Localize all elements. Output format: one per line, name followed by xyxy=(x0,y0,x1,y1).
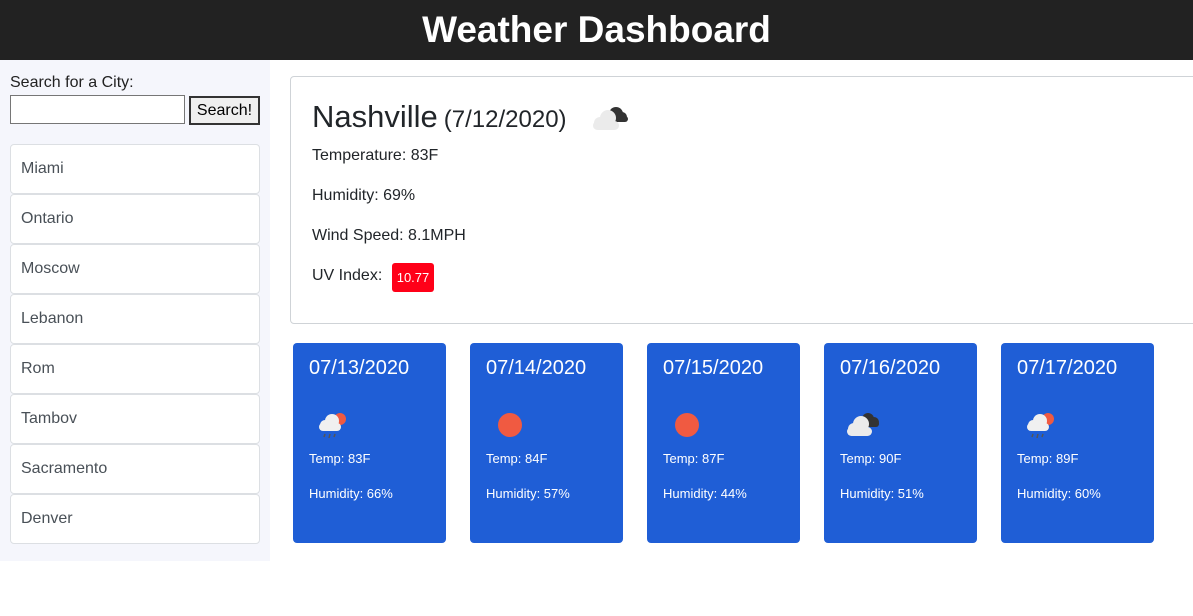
city-item-denver[interactable]: Denver xyxy=(10,494,260,544)
sun-icon xyxy=(667,405,707,450)
forecast-card: 07/13/2020 Temp: 83F Humidity: 66% xyxy=(293,343,446,543)
city-item-miami[interactable]: Miami xyxy=(10,144,260,194)
forecast-temp: Temp: 89F xyxy=(1017,451,1079,466)
rain-icon xyxy=(1021,405,1061,450)
current-weather-card: Nashville (7/12/2020) Temperature: 83F H… xyxy=(290,76,1193,324)
forecast-date: 07/17/2020 xyxy=(1017,357,1118,379)
uv-index-badge: 10.77 xyxy=(392,263,434,292)
cloudy-icon xyxy=(587,101,633,140)
forecast-humidity: Humidity: 57% xyxy=(486,486,570,501)
forecast-temp: Temp: 84F xyxy=(486,451,548,466)
forecast-date: 07/13/2020 xyxy=(309,357,410,379)
forecast-date: 07/16/2020 xyxy=(840,357,941,379)
search-input[interactable] xyxy=(10,95,185,124)
page-title: Weather Dashboard xyxy=(422,9,771,50)
forecast-humidity: Humidity: 51% xyxy=(840,486,924,501)
cloudy-icon xyxy=(844,405,884,450)
forecast-humidity: Humidity: 60% xyxy=(1017,486,1101,501)
app-header: Weather Dashboard xyxy=(0,0,1193,60)
city-item-moscow[interactable]: Moscow xyxy=(10,244,260,294)
search-label: Search for a City: xyxy=(10,74,134,91)
forecast-date: 07/15/2020 xyxy=(663,357,764,379)
current-date: (7/12/2020) xyxy=(443,106,567,133)
forecast-card: 07/16/2020 Temp: 90F Humidity: 51% xyxy=(824,343,977,543)
forecast-card: 07/15/2020 Temp: 87F Humidity: 44% xyxy=(647,343,800,543)
forecast-temp: Temp: 90F xyxy=(840,451,902,466)
sun-icon xyxy=(490,405,530,450)
sidebar: Search for a City: Search! Miami Ontario… xyxy=(0,60,270,561)
current-wind-speed: Wind Speed: 8.1MPH xyxy=(312,227,466,244)
forecast-card: 07/17/2020 Temp: 89F Humidity: 60% xyxy=(1001,343,1154,543)
current-temperature: Temperature: 83F xyxy=(312,147,439,164)
city-item-ontario[interactable]: Ontario xyxy=(10,194,260,244)
forecast-humidity: Humidity: 44% xyxy=(663,486,747,501)
city-item-tambov[interactable]: Tambov xyxy=(10,394,260,444)
city-item-lebanon[interactable]: Lebanon xyxy=(10,294,260,344)
current-humidity: Humidity: 69% xyxy=(312,187,416,204)
current-city-heading: Nashville (7/12/2020) xyxy=(312,99,567,135)
forecast-humidity: Humidity: 66% xyxy=(309,486,393,501)
forecast-card: 07/14/2020 Temp: 84F Humidity: 57% xyxy=(470,343,623,543)
forecast-date: 07/14/2020 xyxy=(486,357,587,379)
city-item-sacramento[interactable]: Sacramento xyxy=(10,444,260,494)
city-history-list: Miami Ontario Moscow Lebanon Rom Tambov … xyxy=(10,144,260,544)
city-item-rom[interactable]: Rom xyxy=(10,344,260,394)
current-city-name: Nashville xyxy=(312,99,438,134)
uv-index-label: UV Index: xyxy=(312,267,383,284)
rain-icon xyxy=(313,405,353,450)
forecast-temp: Temp: 83F xyxy=(309,451,371,466)
forecast-temp: Temp: 87F xyxy=(663,451,725,466)
search-button[interactable]: Search! xyxy=(189,96,260,125)
